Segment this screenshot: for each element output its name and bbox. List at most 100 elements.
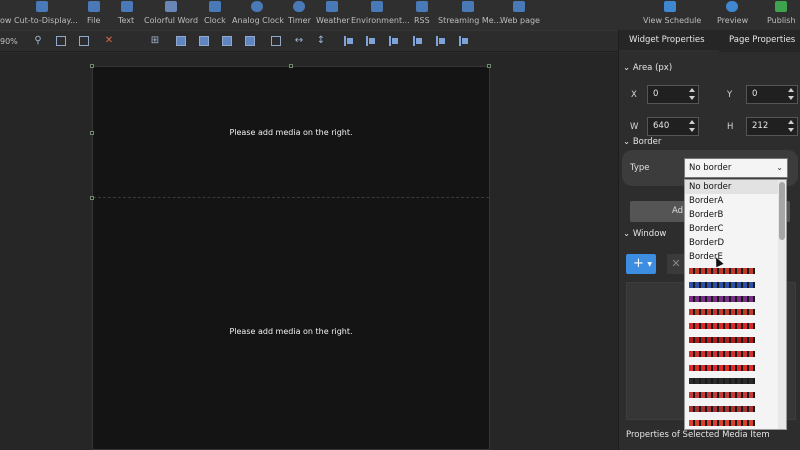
align-bottom-icon[interactable] (458, 36, 468, 46)
option-border-a[interactable]: BorderA (685, 194, 779, 208)
tab-widget-properties[interactable]: Widget Properties (629, 35, 705, 45)
tab-page-properties[interactable]: Page Properties (729, 35, 795, 45)
web-page-icon (513, 1, 525, 12)
w-value: 640 (653, 121, 670, 131)
toolbar-clock[interactable]: Clock (203, 0, 229, 30)
option-border-b[interactable]: BorderB (685, 208, 779, 222)
border-pattern-swatch[interactable] (689, 268, 755, 274)
border-pattern-swatch[interactable] (689, 350, 755, 357)
y-value: 0 (752, 89, 758, 99)
border-type-value: No border (689, 163, 732, 173)
border-type-dropdown[interactable]: No border BorderA BorderB BorderC Border… (684, 179, 787, 430)
border-pattern-swatch[interactable] (689, 323, 755, 330)
window-section-header[interactable]: ⌄ Window (623, 229, 666, 239)
file-icon (88, 1, 100, 12)
crop-icon[interactable]: ⊞ (150, 36, 160, 46)
zoom-out-icon[interactable]: ⚲ (33, 36, 43, 46)
toolbar-rss[interactable]: RSS (412, 0, 432, 30)
schedule-icon (664, 1, 676, 12)
actual-size-icon[interactable] (56, 36, 66, 46)
toolbar-text[interactable]: Text (116, 0, 140, 30)
zone-1-placeholder: Please add media on the right. (229, 128, 353, 137)
colorful-word-icon (165, 1, 177, 12)
fill-vertical-icon[interactable]: ↕ (316, 36, 326, 46)
border-pattern-swatch[interactable] (689, 309, 755, 316)
border-section-title: Border (632, 137, 662, 147)
resize-handle[interactable] (487, 64, 491, 68)
border-pattern-swatch[interactable] (689, 337, 755, 343)
analog-clock-icon (251, 1, 263, 12)
x-input[interactable]: 0 (647, 85, 699, 104)
toolbar-weather[interactable]: Weather (315, 0, 351, 30)
weather-icon (326, 1, 338, 12)
w-spinner[interactable] (688, 119, 696, 134)
media-zone-2[interactable]: Please add media on the right. (93, 199, 489, 449)
border-type-select[interactable]: No border ⌄ (684, 158, 788, 178)
align-top-icon[interactable] (412, 36, 422, 46)
send-backward-icon[interactable] (245, 36, 255, 46)
zone-2-placeholder: Please add media on the right. (229, 327, 353, 336)
media-zone-1[interactable]: Please add media on the right. (93, 67, 489, 198)
border-pattern-swatch[interactable] (689, 378, 755, 385)
h-input[interactable]: 212 (746, 117, 798, 136)
option-border-d[interactable]: BorderD (685, 236, 779, 250)
option-no-border[interactable]: No border (685, 180, 779, 194)
toolbar-environment[interactable]: Environment... (351, 0, 410, 30)
align-center-h-icon[interactable] (365, 36, 375, 46)
dropdown-scrollbar[interactable] (778, 180, 786, 429)
x-spinner[interactable] (688, 87, 696, 102)
delete-icon: ✕ (671, 257, 681, 270)
send-back-icon[interactable] (199, 36, 209, 46)
add-media-button[interactable]: + ▼ (626, 254, 656, 274)
w-label: W (630, 122, 639, 132)
border-section-header[interactable]: ⌄ Border (623, 137, 661, 147)
canvas-area: Please add media on the right. Please ad… (0, 53, 618, 450)
border-pattern-swatch[interactable] (689, 295, 755, 302)
preview-button[interactable]: Preview (716, 0, 748, 30)
program-screen[interactable]: Please add media on the right. Please ad… (90, 64, 491, 450)
toolbar-streaming-media[interactable]: Streaming Me... (438, 0, 501, 30)
option-border-c[interactable]: BorderC (685, 222, 779, 236)
bring-front-icon[interactable] (176, 36, 186, 46)
y-label: Y (727, 90, 733, 100)
border-pattern-swatch[interactable] (689, 392, 755, 399)
clock-icon (209, 1, 221, 12)
border-pattern-swatch[interactable] (689, 406, 755, 412)
toolbar-timer[interactable]: Timer (287, 0, 313, 30)
toolbar-web-page[interactable]: Web page (499, 0, 540, 30)
align-left-icon[interactable] (343, 36, 353, 46)
main-toolbar: ow Cut-to-Display... File Text Colorful … (0, 0, 800, 30)
area-section-header[interactable]: ⌄ Area (px) (623, 63, 672, 73)
full-screen-icon[interactable] (271, 36, 281, 46)
align-middle-icon[interactable] (435, 36, 445, 46)
view-schedule-button[interactable]: View Schedule (642, 0, 701, 30)
delete-media-button[interactable]: ✕ (667, 254, 685, 274)
resize-handle[interactable] (90, 64, 94, 68)
h-spinner[interactable] (787, 119, 795, 134)
border-pattern-swatch[interactable] (689, 281, 755, 288)
zoom-level[interactable]: 90% (0, 37, 18, 46)
bring-forward-icon[interactable] (222, 36, 232, 46)
toolbar-colorful-word[interactable]: Colorful Word (143, 0, 199, 30)
fill-horizontal-icon[interactable]: ↔ (294, 36, 304, 46)
y-input[interactable]: 0 (746, 85, 798, 104)
preview-icon (726, 1, 738, 12)
toolbar-file[interactable]: File (84, 0, 104, 30)
align-right-icon[interactable] (388, 36, 398, 46)
resize-handle[interactable] (90, 196, 94, 200)
dropdown-scroll-thumb[interactable] (779, 182, 785, 240)
option-border-e[interactable]: BorderE (685, 250, 779, 264)
resize-handle[interactable] (90, 131, 94, 135)
publish-button[interactable]: Publish (766, 0, 796, 30)
y-spinner[interactable] (787, 87, 795, 102)
toolbar-cut-to-display[interactable]: ow Cut-to-Display... (0, 0, 78, 30)
w-input[interactable]: 640 (647, 117, 699, 136)
cut-icon[interactable]: ✕ (104, 36, 114, 46)
border-pattern-swatch[interactable] (689, 364, 755, 371)
text-icon (121, 1, 133, 12)
toolbar-analog-clock[interactable]: Analog Clock (231, 0, 285, 30)
resize-handle[interactable] (289, 64, 293, 68)
area-section-title: Area (px) (632, 63, 673, 73)
fit-screen-icon[interactable] (79, 36, 89, 46)
border-pattern-swatch[interactable] (689, 419, 755, 426)
